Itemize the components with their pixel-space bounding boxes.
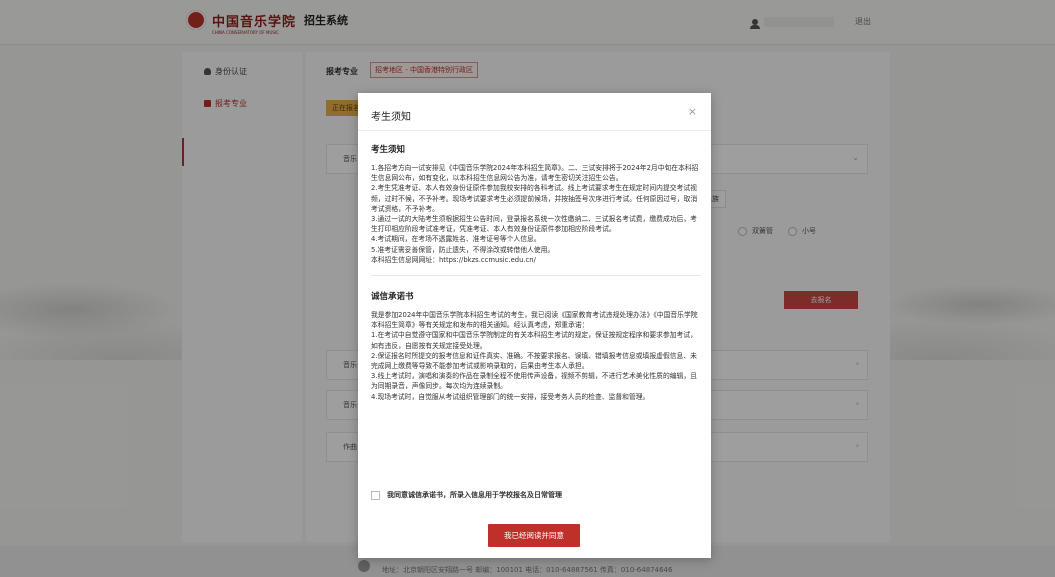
- pledge-text: 我是参加2024年中国音乐学院本科招生考试的考生，我已阅读《国家教育考试违规处理…: [371, 311, 698, 401]
- notice-heading: 考生须知: [371, 145, 406, 155]
- close-icon[interactable]: ×: [688, 105, 697, 118]
- divider: [371, 275, 701, 277]
- notice-text: 1.各招考方向一试安排见《中国音乐学院2024年本科招生简章》。二、三试安排将于…: [371, 164, 699, 264]
- agree-label: 我同意诚信承诺书，所录入信息用于学校报名及日常管理: [387, 491, 562, 499]
- confirm-button[interactable]: 我已经阅读并同意: [488, 524, 580, 547]
- agree-checkbox-row[interactable]: 我同意诚信承诺书，所录入信息用于学校报名及日常管理: [371, 490, 562, 500]
- notice-modal: 考生须知 × 考生须知 1.各招考方向一试安排见《中国音乐学院2024年本科招生…: [358, 93, 711, 558]
- divider: [358, 130, 711, 131]
- modal-title: 考生须知: [371, 112, 411, 123]
- pledge-heading: 诚信承诺书: [371, 292, 414, 303]
- agree-checkbox[interactable]: [371, 490, 380, 500]
- modal-body[interactable]: 考生须知 1.各招考方向一试安排见《中国音乐学院2024年本科招生简章》。二、三…: [371, 137, 701, 507]
